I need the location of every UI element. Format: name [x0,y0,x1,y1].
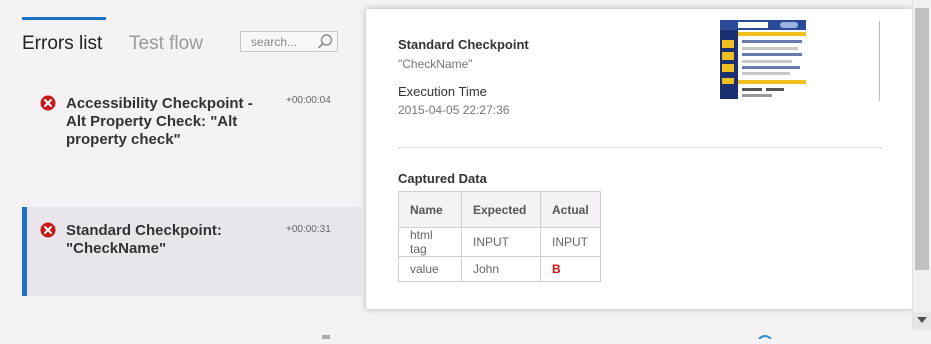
error-timestamp: +00:00:04 [286,95,331,106]
cut-off-icon [322,326,330,339]
column-header: Expected [461,191,541,228]
error-timestamp: +00:00:31 [286,224,331,235]
table-row: value John B [398,256,601,282]
tab-test-flow[interactable]: Test flow [129,33,203,55]
scrollbar-thumb[interactable] [915,8,929,270]
snapshot-thumbnail[interactable] [720,20,806,99]
checkpoint-detail-card: Standard Checkpoint "CheckName" Executio… [366,9,912,309]
table-cell-mismatch: B [540,256,601,282]
section-divider [398,147,882,148]
table-cell: value [398,256,462,282]
search-icon[interactable] [316,33,334,56]
error-x-icon [40,222,56,238]
table-cell: John [461,256,541,282]
thumbnail-divider [879,21,880,101]
search-box [240,31,338,52]
active-tab-indicator [22,17,106,20]
error-list-item[interactable]: Accessibility Checkpoint - Alt Property … [22,82,362,192]
error-list-item-selected[interactable]: Standard Checkpoint: "CheckName" +00:00:… [22,207,362,296]
execution-time-value: 2015-04-05 22:27:36 [398,103,510,117]
execution-time-label: Execution Time [398,84,487,99]
vertical-scrollbar[interactable] [912,0,931,331]
table-row: html tag INPUT INPUT [398,227,601,257]
captured-data-table: Name Expected Actual html tag INPUT INPU… [398,191,601,282]
captured-data-label: Captured Data [398,171,487,186]
chevron-down-icon [917,317,927,323]
table-header-row: Name Expected Actual [398,191,601,228]
error-x-icon [40,95,56,111]
cut-off-icon [758,326,772,340]
checkpoint-name: "CheckName" [398,57,473,71]
error-title: Accessibility Checkpoint - Alt Property … [66,95,253,148]
table-cell: INPUT [461,227,541,257]
tab-errors-list[interactable]: Errors list [22,33,102,55]
column-header: Actual [540,191,601,228]
table-cell: INPUT [540,227,601,257]
search-input[interactable] [241,32,321,51]
scroll-down-button[interactable] [913,312,931,329]
table-cell: html tag [398,227,462,257]
checkpoint-title: Standard Checkpoint [398,37,529,52]
error-title: Standard Checkpoint: "CheckName" [66,222,222,257]
column-header: Name [398,191,462,228]
